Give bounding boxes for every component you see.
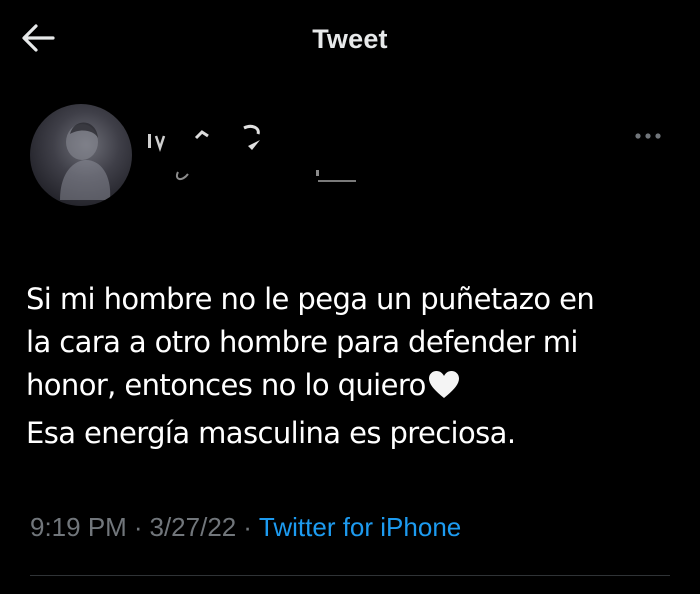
- tweet-line: Si mi hombre no le pega un puñetazo en: [26, 282, 595, 316]
- tweet-line-text: la cara a otro hombre para defender mi: [26, 325, 578, 359]
- more-button[interactable]: [630, 124, 666, 148]
- avatar[interactable]: [30, 104, 132, 206]
- white-heart-icon: [428, 369, 460, 412]
- more-horizontal-icon: [634, 127, 662, 145]
- top-bar: Tweet: [0, 0, 700, 82]
- tweet-line: honor, entonces no lo quiero: [26, 364, 666, 412]
- tweet-time[interactable]: 9:19 PM: [30, 512, 127, 542]
- tweet-date[interactable]: 3/27/22: [150, 512, 237, 542]
- meta-separator: ·: [243, 512, 252, 542]
- divider: [30, 575, 670, 576]
- display-name-redacted[interactable]: [148, 122, 288, 156]
- tweet-text: Si mi hombre no le pega un puñetazo en l…: [26, 278, 666, 455]
- tweet-author: [30, 104, 670, 214]
- handle-redacted[interactable]: [148, 166, 368, 196]
- author-name-block: [148, 122, 468, 202]
- tweet-meta: 9:19 PM · 3/27/22 · Twitter for iPhone: [30, 512, 670, 543]
- tweet-line: Esa energía masculina es preciosa.: [26, 416, 516, 450]
- page-title: Tweet: [312, 24, 388, 54]
- tweet-line: la cara a otro hombre para defender mi: [26, 321, 666, 364]
- tweet-source-link[interactable]: Twitter for iPhone: [259, 512, 461, 542]
- tweet-line-text: honor, entonces no lo quiero: [26, 368, 426, 402]
- meta-separator: ·: [133, 512, 143, 542]
